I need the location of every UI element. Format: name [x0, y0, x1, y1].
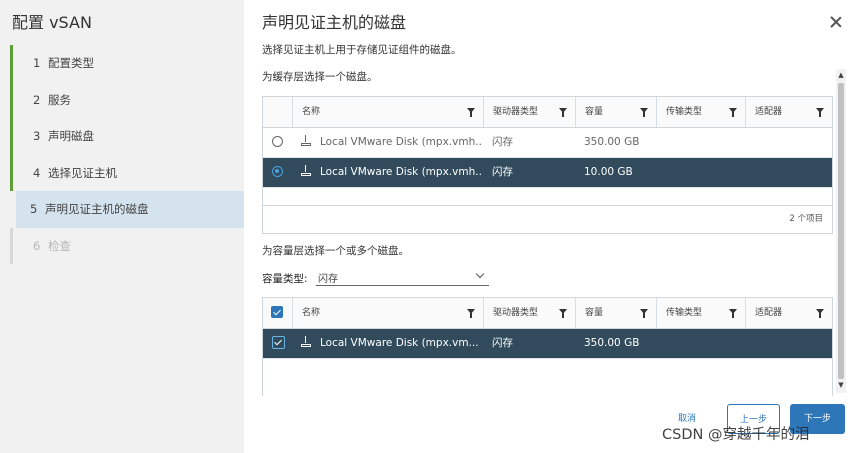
scroll-up-icon[interactable]: ▲ [836, 71, 846, 79]
filter-icon[interactable] [559, 108, 567, 117]
step-select-witness-host[interactable]: 4 选择见证主机 [10, 154, 244, 191]
filter-icon[interactable] [729, 309, 737, 318]
filter-icon[interactable] [729, 108, 737, 117]
step-claim-disks[interactable]: 3 声明磁盘 [10, 118, 244, 155]
filter-icon[interactable] [816, 108, 824, 117]
step-configuration-type[interactable]: 1 配置类型 [10, 45, 244, 82]
disk-icon [301, 135, 312, 146]
column-capacity[interactable]: 容量 [575, 97, 656, 127]
step-claim-witness-disks[interactable]: 5 声明见证主机的磁盘 [16, 191, 244, 228]
step-review: 6 检查 [10, 227, 244, 264]
capacity-type-select[interactable]: 闪存 [316, 268, 489, 286]
item-count: 2 个项目 [789, 214, 823, 224]
disk-icon [301, 165, 312, 176]
scroll-down-icon[interactable]: ▼ [836, 381, 846, 389]
filter-icon[interactable] [640, 108, 648, 117]
table-row[interactable]: Local VMware Disk (mpx.vmh... 闪存 350.00 … [263, 128, 832, 158]
wizard-sidebar: 配置 vSAN 1 配置类型 2 服务 3 声明磁盘 4 选择见证主机 5 声明见证主机的… [0, 0, 244, 453]
column-drive-type[interactable]: 驱动器类型 [483, 298, 575, 328]
column-transport-type[interactable]: 传输类型 [656, 97, 745, 127]
select-all-checkbox[interactable] [271, 306, 283, 318]
column-capacity[interactable]: 容量 [575, 298, 656, 328]
capacity-tier-label: 为容量层选择一个或多个磁盘。 [262, 245, 409, 257]
cache-disk-grid: 名称 驱动器类型 容量 传输类型 适配器 Local VMware Disk (… [262, 96, 833, 234]
capacity-type-label: 容量类型: [262, 273, 308, 285]
grid-footer: 2 个项目 [263, 205, 832, 234]
column-transport-type[interactable]: 传输类型 [656, 298, 745, 328]
chevron-down-icon [475, 269, 485, 279]
watermark: CSDN @穿越千年的泪 [662, 427, 810, 443]
close-icon[interactable] [830, 16, 842, 28]
filter-icon[interactable] [467, 309, 475, 318]
cache-tier-label: 为缓存层选择一个磁盘。 [262, 71, 378, 83]
grid-header: 名称 驱动器类型 容量 传输类型 适配器 [263, 298, 832, 329]
column-adapter[interactable]: 适配器 [745, 97, 832, 127]
column-name[interactable]: 名称 [292, 97, 483, 127]
page-description: 选择见证主机上用于存储见证组件的磁盘。 [262, 44, 462, 56]
filter-icon[interactable] [467, 108, 475, 117]
capacity-disk-grid: 名称 驱动器类型 容量 传输类型 适配器 Local VMware Disk (… [262, 297, 833, 396]
column-name[interactable]: 名称 [292, 298, 483, 328]
page-title: 声明见证主机的磁盘 [262, 13, 407, 32]
table-row[interactable]: Local VMware Disk (mpx.vmh... 闪存 10.00 G… [263, 158, 832, 188]
filter-icon[interactable] [559, 309, 567, 318]
wizard-content: 声明见证主机的磁盘 选择见证主机上用于存储见证组件的磁盘。 为缓存层选择一个磁盘… [262, 0, 865, 453]
column-drive-type[interactable]: 驱动器类型 [483, 97, 575, 127]
row-checkbox[interactable] [272, 336, 285, 349]
step-services[interactable]: 2 服务 [10, 81, 244, 118]
grid-header: 名称 驱动器类型 容量 传输类型 适配器 [263, 97, 832, 128]
wizard-steps: 1 配置类型 2 服务 3 声明磁盘 4 选择见证主机 5 声明见证主机的磁盘 6 检查 [10, 45, 244, 264]
table-row[interactable]: Local VMware Disk (mpx.vm... 闪存 350.00 G… [263, 329, 832, 359]
wizard-title: 配置 vSAN [12, 13, 92, 32]
scrollbar[interactable]: ▲ ▼ [836, 69, 846, 393]
row-radio[interactable] [272, 166, 283, 177]
disk-icon [301, 336, 312, 347]
filter-icon[interactable] [640, 309, 648, 318]
column-adapter[interactable]: 适配器 [745, 298, 832, 328]
filter-icon[interactable] [816, 309, 824, 318]
scroll-thumb[interactable] [838, 83, 844, 379]
row-radio[interactable] [272, 136, 283, 147]
